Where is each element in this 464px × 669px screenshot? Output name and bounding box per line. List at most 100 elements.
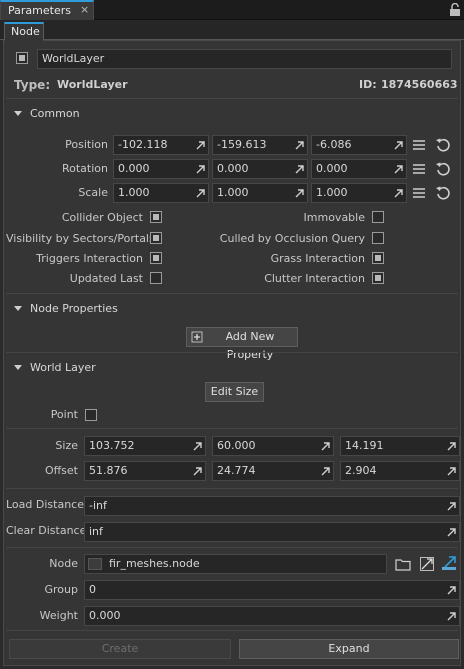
offset-y-input[interactable]: 24.774 [212, 461, 334, 481]
window-title: Parameters [8, 4, 71, 17]
size-y-input[interactable]: 60.000 [212, 436, 334, 456]
expand-arrow-icon[interactable] [320, 441, 330, 451]
clear-distance-value: inf [89, 525, 103, 538]
id-label: ID: [359, 78, 377, 91]
create-button[interactable]: Create [9, 639, 231, 659]
expand-arrow-icon[interactable] [320, 466, 330, 476]
load-distance-input[interactable]: -inf [84, 496, 460, 516]
open-node-icon[interactable] [419, 556, 435, 572]
expand-arrow-icon[interactable] [446, 585, 456, 595]
position-z-input[interactable]: -6.086 [311, 135, 407, 155]
offset-label: Offset [44, 464, 78, 477]
point-checkbox[interactable] [85, 409, 97, 421]
rotation-x-value: 0.000 [118, 162, 150, 175]
menu-icon[interactable] [411, 185, 427, 201]
rotation-z-input[interactable]: 0.000 [311, 159, 407, 179]
expand-arrow-icon[interactable] [446, 611, 456, 621]
clear-distance-input[interactable]: inf [84, 522, 460, 542]
size-x-value: 103.752 [89, 439, 135, 452]
offset-z-input[interactable]: 2.904 [340, 461, 460, 481]
flag-label: Visibility by Sectors/Portals [6, 232, 155, 245]
reset-icon[interactable] [435, 185, 451, 201]
tab-node[interactable]: Node [4, 22, 44, 41]
weight-value: 0.000 [89, 609, 121, 622]
type-value: WorldLayer [57, 78, 128, 91]
divider [6, 488, 458, 489]
flag-checkbox[interactable] [150, 232, 162, 244]
scale-z-value: 1.000 [316, 186, 348, 199]
scale-label: Scale [78, 186, 108, 199]
reset-icon[interactable] [435, 161, 451, 177]
size-x-input[interactable]: 103.752 [84, 436, 206, 456]
reload-node-icon[interactable] [441, 555, 457, 571]
flag-checkbox[interactable] [372, 252, 384, 264]
load-distance-value: -inf [89, 499, 107, 512]
flag-checkbox[interactable] [150, 211, 162, 223]
divider [6, 630, 458, 631]
scale-y-value: 1.000 [217, 186, 249, 199]
rotation-y-input[interactable]: 0.000 [212, 159, 308, 179]
node-file-input[interactable]: fir_meshes.node [84, 554, 387, 574]
position-x-input[interactable]: -102.118 [113, 135, 209, 155]
lock-icon[interactable] [449, 3, 461, 16]
flag-label: Immovable [303, 211, 365, 224]
close-tab-button[interactable]: × [80, 3, 89, 16]
reset-icon[interactable] [435, 137, 451, 153]
id-value: 1874560663 [381, 78, 458, 91]
expand-arrow-icon[interactable] [446, 441, 456, 451]
add-new-property-button[interactable]: Add New Property [186, 327, 298, 361]
rotation-x-input[interactable]: 0.000 [113, 159, 209, 179]
section-world-layer-header[interactable]: World Layer [30, 361, 96, 374]
collapse-world-layer-icon[interactable] [14, 365, 22, 370]
scale-y-input[interactable]: 1.000 [212, 183, 308, 203]
flag-checkbox[interactable] [372, 211, 384, 223]
point-label: Point [50, 408, 78, 421]
group-input[interactable]: 0 [84, 580, 460, 600]
collapse-node-properties-icon[interactable] [14, 306, 22, 311]
flag-label: Grass Interaction [270, 252, 365, 265]
offset-x-input[interactable]: 51.876 [84, 461, 206, 481]
expand-arrow-icon[interactable] [393, 188, 403, 198]
divider [6, 428, 458, 429]
expand-button[interactable]: Expand [239, 639, 459, 659]
rotation-label: Rotation [61, 162, 108, 175]
expand-arrow-icon[interactable] [195, 164, 205, 174]
expand-arrow-icon[interactable] [294, 188, 304, 198]
expand-arrow-icon[interactable] [446, 501, 456, 511]
size-z-input[interactable]: 14.191 [340, 436, 460, 456]
flag-checkbox[interactable] [150, 252, 162, 264]
scale-x-value: 1.000 [118, 186, 150, 199]
section-node-properties-header[interactable]: Node Properties [30, 302, 118, 315]
expand-arrow-icon[interactable] [195, 140, 205, 150]
expand-arrow-icon[interactable] [195, 188, 205, 198]
flag-checkbox[interactable] [372, 232, 384, 244]
weight-input[interactable]: 0.000 [84, 606, 460, 626]
size-z-value: 14.191 [345, 439, 384, 452]
flag-checkbox[interactable] [150, 272, 162, 284]
edit-size-button[interactable]: Edit Size [205, 382, 264, 402]
node-name-input[interactable]: WorldLayer [37, 49, 452, 69]
group-label: Group [44, 583, 79, 596]
parameters-window-tab[interactable]: Parameters × [0, 0, 94, 21]
folder-icon[interactable] [395, 556, 411, 572]
expand-arrow-icon[interactable] [446, 527, 456, 537]
expand-arrow-icon[interactable] [393, 140, 403, 150]
scale-z-input[interactable]: 1.000 [311, 183, 407, 203]
section-common-header[interactable]: Common [30, 107, 80, 120]
expand-arrow-icon[interactable] [393, 164, 403, 174]
flag-checkbox[interactable] [372, 272, 384, 284]
collapse-common-icon[interactable] [14, 111, 22, 116]
position-z-value: -6.086 [316, 138, 352, 151]
add-new-property-label: Add New Property [225, 330, 275, 361]
expand-arrow-icon[interactable] [294, 140, 304, 150]
menu-icon[interactable] [411, 137, 427, 153]
scale-x-input[interactable]: 1.000 [113, 183, 209, 203]
position-y-input[interactable]: -159.613 [212, 135, 308, 155]
menu-icon[interactable] [411, 161, 427, 177]
expand-arrow-icon[interactable] [446, 466, 456, 476]
expand-arrow-icon[interactable] [192, 441, 202, 451]
flag-label: Culled by Occlusion Query [219, 232, 365, 245]
expand-arrow-icon[interactable] [192, 466, 202, 476]
expand-arrow-icon[interactable] [294, 164, 304, 174]
node-enabled-checkbox[interactable] [16, 52, 28, 64]
